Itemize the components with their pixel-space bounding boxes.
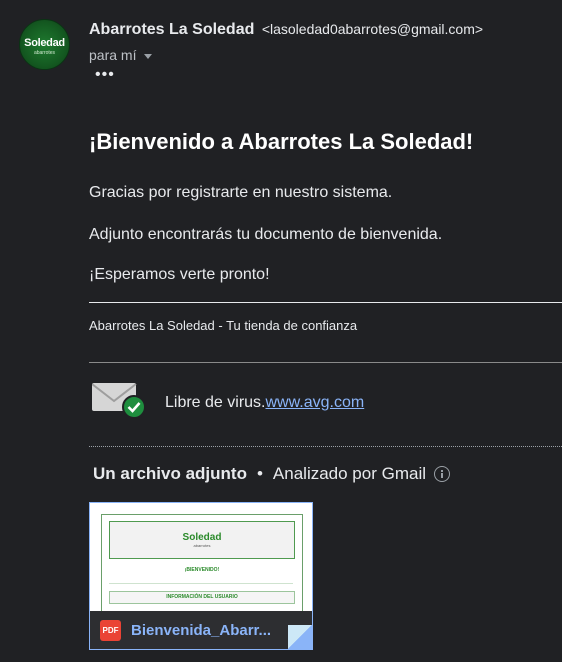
page-fold-icon bbox=[288, 625, 312, 649]
preview-section: INFORMACIÓN DEL USUARIO bbox=[109, 591, 295, 604]
preview-logo: Soledad bbox=[182, 532, 222, 543]
divider-dotted bbox=[89, 446, 562, 447]
separator: • bbox=[256, 464, 263, 483]
scan-label: Analizado por Gmail bbox=[272, 464, 426, 483]
avatar-logo-sub: abarrotes bbox=[33, 50, 56, 56]
recipient-label: para mí bbox=[89, 47, 137, 63]
preview-divider bbox=[109, 583, 293, 584]
sender-email: <lasoledad0abarrotes@gmail.com> bbox=[261, 21, 484, 37]
divider bbox=[89, 302, 562, 303]
preview-welcome: ¡BIENVENIDO! bbox=[184, 567, 220, 573]
attachment-file-bar[interactable]: PDF Bienvenida_Abarr... bbox=[90, 611, 312, 649]
attachment-count: Un archivo adjunto bbox=[93, 464, 247, 483]
avg-text: Libre de virus. bbox=[165, 394, 266, 411]
recipient-line[interactable]: para mí bbox=[89, 47, 153, 63]
attachment-file-name[interactable]: Bienvenida_Abarr... bbox=[131, 622, 281, 639]
message-title: ¡Bienvenido a Abarrotes La Soledad! bbox=[89, 129, 474, 154]
attachments-header: Un archivo adjunto • Analizado por Gmail bbox=[93, 464, 450, 484]
avatar-logo-text: Soledad bbox=[24, 37, 65, 49]
signature-text: Abarrotes La Soledad - Tu tienda de conf… bbox=[89, 318, 358, 333]
preview-header: Soledad abarrotes bbox=[109, 521, 295, 559]
avg-link[interactable]: www.avg.com bbox=[266, 394, 365, 411]
show-trimmed-content-button[interactable]: ••• bbox=[95, 66, 115, 84]
message-line-1: Gracias por registrarte en nuestro siste… bbox=[89, 184, 393, 201]
envelope-check-icon bbox=[92, 383, 146, 419]
sender-avatar[interactable]: Soledad abarrotes bbox=[19, 19, 70, 70]
avg-notice: Libre de virus.www.avg.com bbox=[165, 394, 364, 412]
message-line-3: ¡Esperamos verte pronto! bbox=[89, 266, 270, 283]
pdf-icon: PDF bbox=[100, 619, 121, 641]
divider bbox=[89, 362, 562, 363]
info-icon[interactable] bbox=[434, 466, 450, 482]
sender-name[interactable]: Abarrotes La Soledad bbox=[89, 21, 254, 38]
chevron-down-icon[interactable] bbox=[144, 53, 153, 59]
attachment-card[interactable]: Soledad abarrotes ¡BIENVENIDO! INFORMACI… bbox=[89, 502, 313, 650]
sender-line: Abarrotes La Soledad <lasoledad0abarrote… bbox=[89, 21, 483, 39]
preview-logo-sub: abarrotes bbox=[193, 543, 211, 548]
message-line-2: Adjunto encontrarás tu documento de bien… bbox=[89, 226, 443, 243]
